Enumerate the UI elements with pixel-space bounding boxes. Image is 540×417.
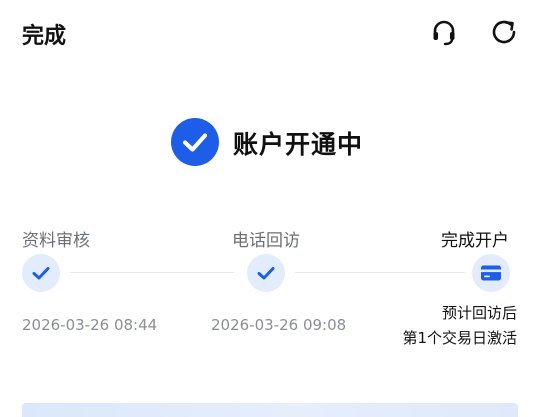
card-icon [472,254,510,292]
progress-steps: 资料审核 2026-03-26 08:44 电话回访 2026-03-26 09… [0,220,540,360]
page-title: 完成 [22,24,67,49]
step-label-complete: 完成开户 [441,231,509,251]
step-done-check-icon [247,254,285,292]
step-time-review: 2026-03-26 08:44 [22,316,158,334]
check-circle-icon [171,118,219,166]
step-connector [70,272,234,273]
account-status: 账户开通中 [0,116,540,168]
promo-banner[interactable] [22,403,518,417]
status-title: 账户开通中 [233,130,364,159]
step-label-review: 资料审核 [22,231,90,251]
header-bar: 完成 [0,0,540,66]
step-done-check-icon [22,254,60,292]
refresh-icon[interactable] [489,17,519,47]
headset-icon[interactable] [429,17,459,47]
step-label-callback: 电话回访 [232,231,300,251]
step-note-line2: 第1个交易日激活 [402,329,517,347]
step-note-line1: 预计回访后 [441,304,517,322]
step-connector [295,272,465,273]
step-time-callback: 2026-03-26 09:08 [211,316,347,334]
